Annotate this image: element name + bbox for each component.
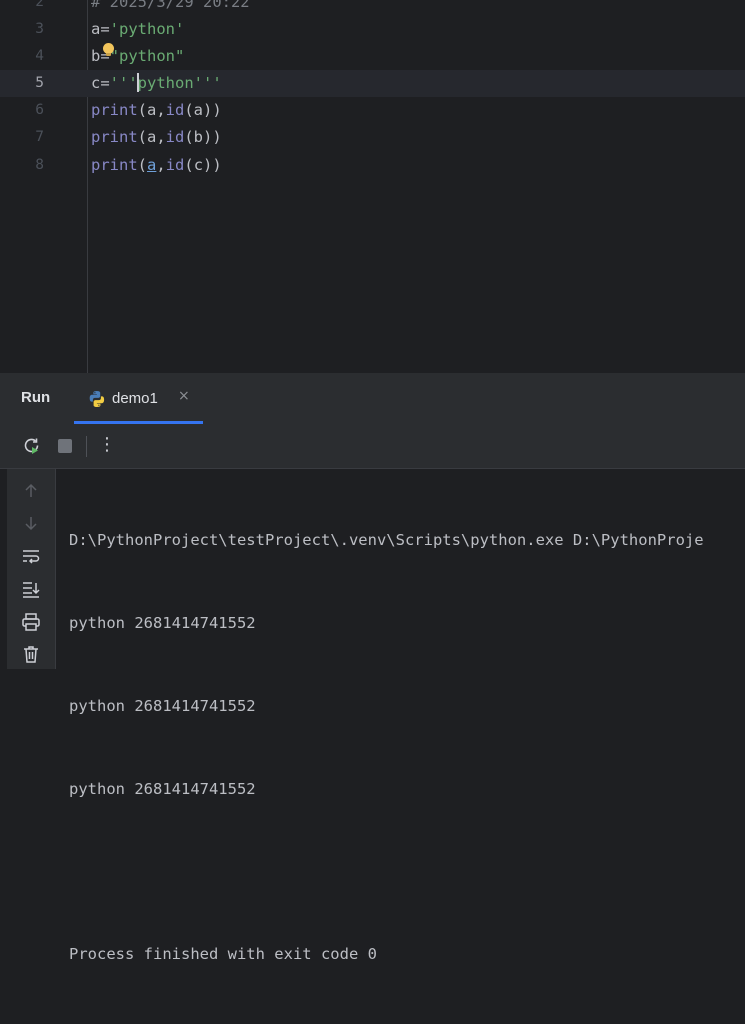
code-text: c='''python''' (91, 73, 222, 92)
tab-demo1[interactable]: demo1 × (74, 374, 203, 424)
rerun-icon[interactable] (22, 436, 42, 456)
line-number: 2 (35, 0, 44, 10)
code-text: print(a,id(b)) (91, 128, 222, 146)
run-toolbar: ⋮ (0, 424, 745, 469)
trash-icon[interactable] (21, 644, 41, 664)
console-line: Process finished with exit code 0 (69, 945, 377, 964)
console-line: D:\PythonProject\testProject\.venv\Scrip… (69, 531, 704, 550)
code-line-8[interactable]: 8 print(a,id(c)) (0, 152, 745, 179)
console-line: python 2681414741552 (69, 613, 256, 632)
code-text: # 2025/3/29 20:22 (91, 0, 250, 11)
python-icon (89, 391, 105, 407)
run-tool-window: Run demo1 × ⋮ D:\PythonProject\testProje… (0, 373, 745, 963)
tab-label: demo1 (112, 390, 158, 407)
lightbulb-icon[interactable] (103, 43, 114, 56)
code-line-2[interactable]: 2 # 2025/3/29 20:22 (0, 0, 745, 16)
run-panel-header: Run demo1 × (0, 374, 745, 425)
code-line-6[interactable]: 6 print(a,id(a)) (0, 97, 745, 124)
console-line: python 2681414741552 (69, 779, 256, 798)
close-icon[interactable]: × (178, 388, 190, 404)
scroll-to-end-icon[interactable] (21, 579, 41, 599)
code-line-7[interactable]: 7 print(a,id(b)) (0, 124, 745, 151)
arrow-down-icon[interactable] (21, 513, 41, 533)
code-editor[interactable]: 2 # 2025/3/29 20:22 3 a='python' 4 b="py… (0, 0, 745, 373)
line-number: 7 (35, 129, 44, 145)
soft-wrap-icon[interactable] (21, 547, 41, 567)
code-text: print(a,id(a)) (91, 101, 222, 119)
console-line: python 2681414741552 (69, 696, 256, 715)
more-options-icon[interactable]: ⋮ (98, 434, 116, 455)
arrow-up-icon[interactable] (21, 481, 41, 501)
code-text: a='python' (91, 20, 185, 38)
line-number: 4 (35, 48, 44, 64)
console-output[interactable]: D:\PythonProject\testProject\.venv\Scrip… (69, 472, 704, 1024)
line-number: 5 (35, 75, 44, 91)
code-line-5[interactable]: 5 c='''python''' (0, 70, 745, 97)
print-icon[interactable] (21, 612, 41, 632)
code-line-3[interactable]: 3 a='python' (0, 16, 745, 43)
stop-icon[interactable] (55, 436, 75, 456)
run-panel-title: Run (21, 389, 51, 406)
console-side-toolbar (7, 469, 56, 669)
code-text: print(a,id(c)) (91, 156, 222, 174)
line-number: 6 (35, 102, 44, 118)
line-number: 8 (35, 157, 44, 173)
line-number: 3 (35, 21, 44, 37)
toolbar-separator (86, 436, 87, 457)
